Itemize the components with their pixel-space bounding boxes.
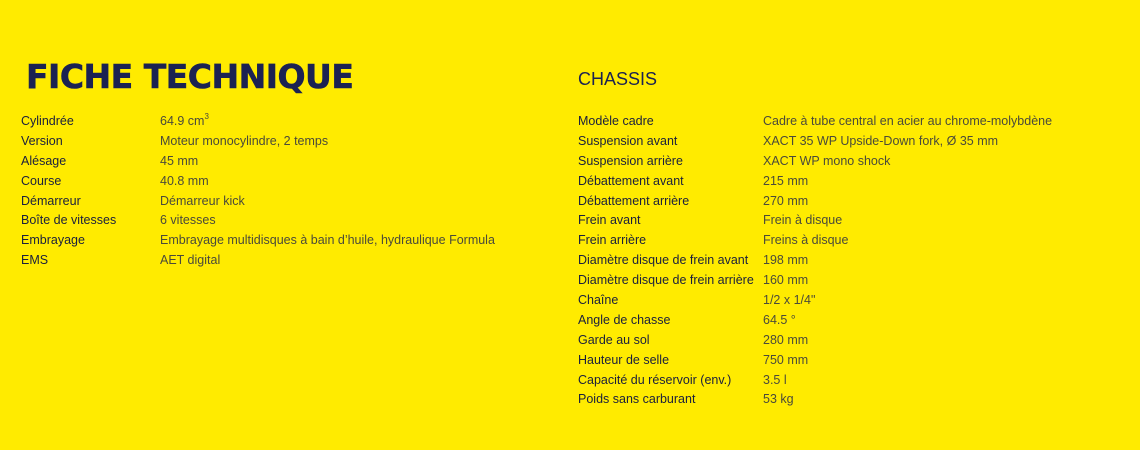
- spec-value: 750 mm: [763, 352, 809, 367]
- spec-value: 45 mm: [160, 153, 199, 168]
- spec-row-embrayage: Embrayage Embrayage multidisques à bain …: [21, 233, 495, 253]
- spec-value: Frein à disque: [763, 213, 843, 228]
- spec-label: Version: [21, 133, 63, 148]
- spec-row-demarreur: Démarreur Démarreur kick: [21, 194, 495, 214]
- spec-value: Embrayage multidisques à bain d’huile, h…: [160, 233, 495, 248]
- spec-row-modele-cadre: Modèle cadre Cadre à tube central en aci…: [578, 114, 1052, 134]
- spec-row-ems: EMS AET digital: [21, 253, 495, 273]
- spec-row-suspension-avant: Suspension avant XACT 35 WP Upside-Down …: [578, 134, 1052, 154]
- spec-row-diametre-disque-avant: Diamètre disque de frein avant 198 mm: [578, 253, 1052, 273]
- spec-row-garde-au-sol: Garde au sol 280 mm: [578, 333, 1052, 353]
- spec-row-frein-arriere: Frein arrière Freins à disque: [578, 233, 1052, 253]
- spec-row-alesage: Alésage 45 mm: [21, 154, 495, 174]
- spec-label: Suspension avant: [578, 133, 678, 148]
- spec-row-debattement-avant: Débattement avant 215 mm: [578, 174, 1052, 194]
- spec-label: Frein avant: [578, 213, 641, 228]
- spec-value: 1/2 x 1/4": [763, 293, 816, 308]
- spec-value: AET digital: [160, 253, 221, 268]
- spec-row-suspension-arriere: Suspension arrière XACT WP mono shock: [578, 154, 1052, 174]
- spec-label: Embrayage: [21, 233, 85, 248]
- spec-row-hauteur-de-selle: Hauteur de selle 750 mm: [578, 353, 1052, 373]
- spec-value: 270 mm: [763, 193, 809, 208]
- spec-value: 3.5 l: [763, 372, 787, 387]
- spec-row-chaine: Chaîne 1/2 x 1/4": [578, 293, 1052, 313]
- spec-label: Diamètre disque de frein avant: [578, 253, 749, 268]
- spec-label: Débattement arrière: [578, 193, 690, 208]
- spec-label: Course: [21, 173, 62, 188]
- spec-row-debattement-arriere: Débattement arrière 270 mm: [578, 194, 1052, 214]
- spec-label: Démarreur: [21, 193, 81, 208]
- spec-label: Débattement avant: [578, 173, 684, 188]
- spec-row-frein-avant: Frein avant Frein à disque: [578, 213, 1052, 233]
- spec-label: Hauteur de selle: [578, 352, 670, 367]
- spec-row-boite-de-vitesses: Boîte de vitesses 6 vitesses: [21, 213, 495, 233]
- spec-value: 215 mm: [763, 173, 809, 188]
- page-title: FICHE TECHNIQUE: [26, 57, 354, 97]
- spec-value: 160 mm: [763, 273, 809, 288]
- spec-row-poids-sans-carburant: Poids sans carburant 53 kg: [578, 392, 1052, 412]
- spec-value: Démarreur kick: [160, 193, 245, 208]
- spec-label: EMS: [21, 253, 49, 268]
- spec-row-angle-de-chasse: Angle de chasse 64.5 °: [578, 313, 1052, 333]
- spec-label: Cylindrée: [21, 114, 74, 128]
- spec-value: 280 mm: [763, 332, 809, 347]
- spec-label: Suspension arrière: [578, 153, 683, 168]
- spec-label: Frein arrière: [578, 233, 647, 248]
- spec-label: Angle de chasse: [578, 312, 671, 327]
- spec-row-course: Course 40.8 mm: [21, 174, 495, 194]
- spec-value: 198 mm: [763, 253, 809, 268]
- spec-label: Modèle cadre: [578, 114, 654, 128]
- spec-row-version: Version Moteur monocylindre, 2 temps: [21, 134, 495, 154]
- spec-row-diametre-disque-arriere: Diamètre disque de frein arrière 160 mm: [578, 273, 1052, 293]
- spec-label: Capacité du réservoir (env.): [578, 372, 732, 387]
- spec-label: Diamètre disque de frein arrière: [578, 273, 754, 288]
- chassis-spec-table: Modèle cadre Cadre à tube central en aci…: [578, 114, 1052, 412]
- spec-value: XACT WP mono shock: [763, 153, 891, 168]
- spec-label: Boîte de vitesses: [21, 213, 117, 228]
- spec-label: Poids sans carburant: [578, 392, 696, 407]
- unit-superscript: 3: [204, 111, 209, 121]
- spec-label: Garde au sol: [578, 332, 650, 347]
- engine-spec-table: Cylindrée 64.9 cm3 Version Moteur monocy…: [21, 111, 495, 273]
- spec-value: XACT 35 WP Upside-Down fork, Ø 35 mm: [763, 133, 999, 148]
- spec-value: 40.8 mm: [160, 173, 209, 188]
- displacement-value: 64.9 cm: [160, 114, 205, 128]
- spec-label: Chaîne: [578, 293, 619, 308]
- spec-row-capacite-reservoir: Capacité du réservoir (env.) 3.5 l: [578, 373, 1052, 393]
- spec-value: 6 vitesses: [160, 213, 216, 228]
- spec-value: 53 kg: [763, 392, 794, 407]
- spec-label: Alésage: [21, 153, 67, 168]
- spec-value: Freins à disque: [763, 233, 849, 248]
- spec-value: Moteur monocylindre, 2 temps: [160, 133, 329, 148]
- spec-row-cylindree: Cylindrée 64.9 cm3: [21, 111, 495, 134]
- spec-value: 64.5 °: [763, 312, 796, 327]
- chassis-section-title: CHASSIS: [578, 69, 658, 89]
- spec-value: Cadre à tube central en acier au chrome-…: [763, 114, 1053, 128]
- spec-value: 64.9 cm3: [160, 111, 495, 134]
